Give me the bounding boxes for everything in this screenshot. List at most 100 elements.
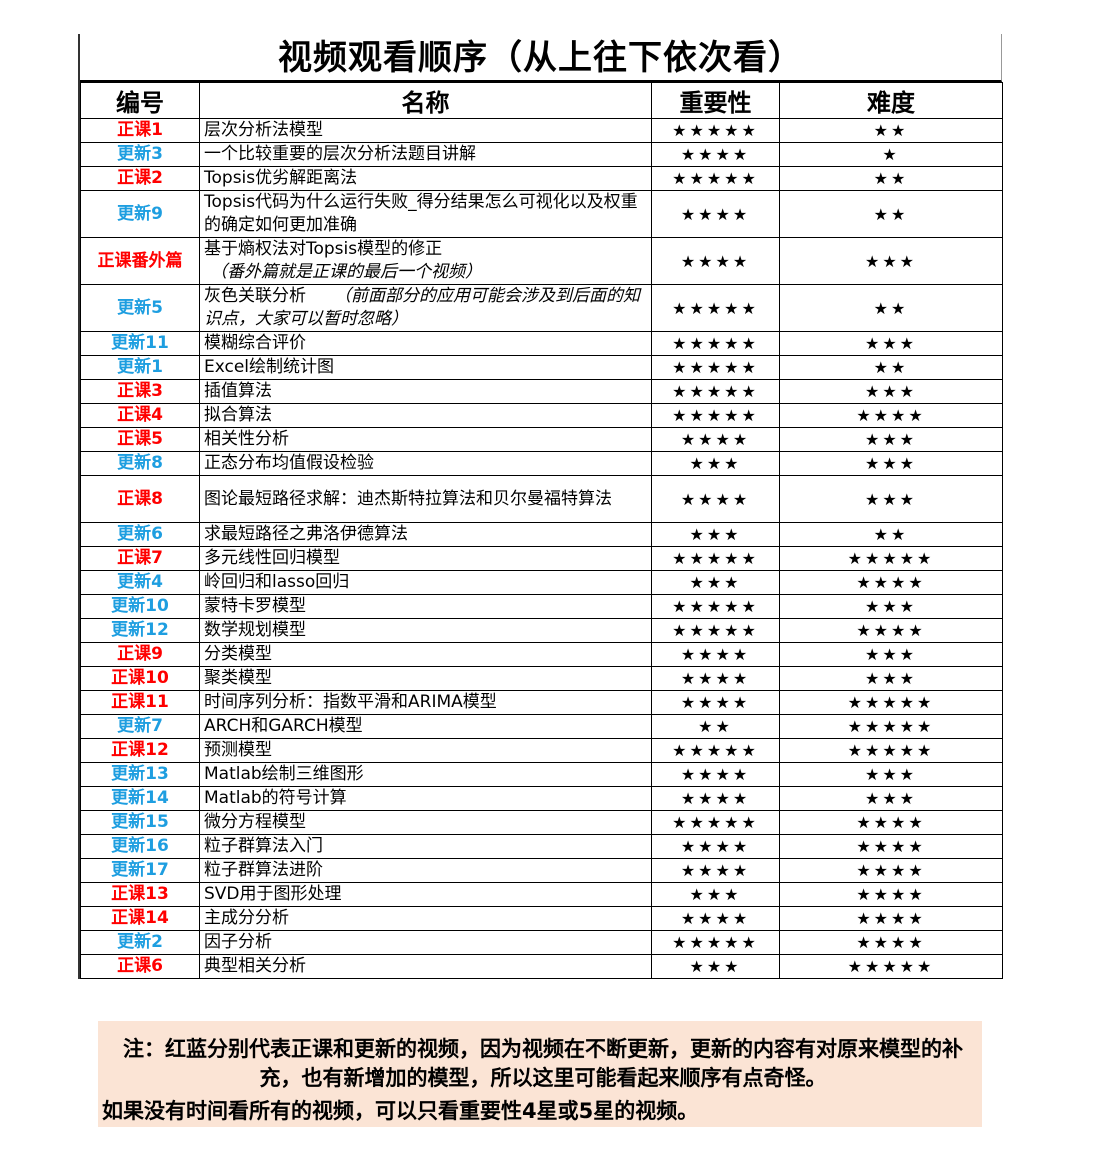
video-order-table: 编号 名称 重要性 难度 正课1 层次分析法模型 ★★★★★ ★★ 更新3 一个比较重要的…	[80, 82, 1003, 979]
table-row: 更新12 数学规划模型 ★★★★★ ★★★★	[80, 618, 1003, 643]
importance-stars: ★★★★	[651, 237, 780, 285]
importance-stars: ★★★★★	[651, 379, 780, 404]
video-name-cell: ARCH和GARCH模型	[199, 714, 652, 739]
note-box: 注：红蓝分别代表正课和更新的视频，因为视频在不断更新，更新的内容有对原来模型的补…	[98, 1021, 982, 1127]
importance-stars: ★★★★★	[651, 118, 780, 143]
video-name: 基于熵权法对Topsis模型的修正	[204, 239, 443, 259]
table-row: 正课番外篇 基于熵权法对Topsis模型的修正 （番外篇就是正课的最后一个视频） ★★…	[80, 237, 1003, 285]
table-row: 正课8 图论最短路径求解：迪杰斯特拉算法和贝尔曼福特算法 ★★★★ ★★★	[80, 475, 1003, 523]
table-row: 更新4 岭回归和lasso回归 ★★★ ★★★★	[80, 570, 1003, 595]
video-name-cell: 灰色关联分析 （前面部分的应用可能会涉及到后面的知识点，大家可以暂时忽略）	[199, 284, 652, 332]
note-line-2: 如果没有时间看所有的视频，可以只看重要性4星或5星的视频。	[102, 1099, 699, 1123]
importance-stars: ★★★	[651, 570, 780, 595]
video-name: Matlab的符号计算	[204, 788, 347, 808]
spreadsheet: 视频观看顺序（从上往下依次看） 编号 名称 重要性 难度 正课1 层次分析法模型 ★…	[78, 34, 1003, 979]
video-code: 更新5	[80, 284, 200, 332]
table-row: 正课5 相关性分析 ★★★★ ★★★	[80, 427, 1003, 452]
difficulty-stars: ★★★★	[779, 834, 1003, 859]
importance-stars: ★★★★★	[651, 166, 780, 191]
video-name-cell: 聚类模型	[199, 666, 652, 691]
difficulty-stars: ★★★★	[779, 906, 1003, 931]
difficulty-stars: ★★★	[779, 379, 1003, 404]
difficulty-stars: ★★★	[779, 594, 1003, 619]
importance-stars: ★★★★★	[651, 546, 780, 571]
table-row: 正课2 Topsis优劣解距离法 ★★★★★ ★★	[80, 166, 1003, 191]
video-code: 更新15	[80, 810, 200, 835]
difficulty-stars: ★★	[779, 355, 1003, 380]
importance-stars: ★★★★	[651, 142, 780, 167]
difficulty-stars: ★★★★	[779, 403, 1003, 428]
video-code: 正课番外篇	[80, 237, 200, 285]
video-code: 更新2	[80, 930, 200, 955]
video-name: 求最短路径之弗洛伊德算法	[204, 524, 408, 544]
video-code: 正课13	[80, 882, 200, 907]
video-name: Matlab绘制三维图形	[204, 764, 364, 784]
video-code: 更新8	[80, 451, 200, 476]
importance-stars: ★★★★	[651, 858, 780, 883]
difficulty-stars: ★★★★	[779, 882, 1003, 907]
video-name: 拟合算法	[204, 405, 272, 425]
table-row: 更新16 粒子群算法入门 ★★★★ ★★★★	[80, 834, 1003, 859]
video-name: ARCH和GARCH模型	[204, 716, 363, 736]
difficulty-stars: ★★★	[779, 451, 1003, 476]
table-row: 更新15 微分方程模型 ★★★★★ ★★★★	[80, 810, 1003, 835]
importance-stars: ★★★★	[651, 427, 780, 452]
video-code: 更新4	[80, 570, 200, 595]
video-name: 模糊综合评价	[204, 333, 306, 353]
difficulty-stars: ★★	[779, 190, 1003, 238]
video-name: 正态分布均值假设检验	[204, 453, 374, 473]
video-name-cell: 相关性分析	[199, 427, 652, 452]
table-row: 正课7 多元线性回归模型 ★★★★★ ★★★★★	[80, 546, 1003, 571]
video-name: Excel绘制统计图	[204, 357, 335, 377]
table-row: 更新9 Topsis代码为什么运行失败_得分结果怎么可视化以及权重的确定如何更加准…	[80, 190, 1003, 238]
table-row: 更新8 正态分布均值假设检验 ★★★ ★★★	[80, 451, 1003, 476]
header-difficulty: 难度	[779, 82, 1003, 119]
difficulty-stars: ★★★★★	[779, 954, 1003, 979]
video-name: 数学规划模型	[204, 620, 306, 640]
table-row: 更新3 一个比较重要的层次分析法题目讲解 ★★★★ ★	[80, 142, 1003, 167]
difficulty-stars: ★★★★★	[779, 714, 1003, 739]
video-name-cell: 插值算法	[199, 379, 652, 404]
video-name: SVD用于图形处理	[204, 884, 342, 904]
video-code: 正课7	[80, 546, 200, 571]
video-name-cell: 多元线性回归模型	[199, 546, 652, 571]
video-name: 典型相关分析	[204, 956, 306, 976]
table-row: 正课1 层次分析法模型 ★★★★★ ★★	[80, 118, 1003, 143]
video-name: 图论最短路径求解：迪杰斯特拉算法和贝尔曼福特算法	[204, 488, 612, 509]
video-name: 多元线性回归模型	[204, 548, 340, 568]
video-name: 主成分分析	[204, 908, 289, 928]
video-code: 更新11	[80, 331, 200, 356]
header-row: 编号 名称 重要性 难度	[80, 82, 1003, 119]
importance-stars: ★★★★	[651, 190, 780, 238]
difficulty-stars: ★★★★★	[779, 690, 1003, 715]
difficulty-stars: ★★★★	[779, 858, 1003, 883]
video-name-cell: 分类模型	[199, 642, 652, 667]
video-name-cell: 微分方程模型	[199, 810, 652, 835]
importance-stars: ★★★★	[651, 762, 780, 787]
difficulty-stars: ★★★	[779, 237, 1003, 285]
importance-stars: ★★★★★	[651, 331, 780, 356]
video-name: 聚类模型	[204, 668, 272, 688]
video-code: 正课12	[80, 738, 200, 763]
video-name-cell: SVD用于图形处理	[199, 882, 652, 907]
video-code: 更新6	[80, 522, 200, 547]
importance-stars: ★★★★	[651, 906, 780, 931]
video-name: Topsis优劣解距离法	[204, 168, 358, 188]
video-name: 岭回归和lasso回归	[204, 572, 350, 592]
table-row: 正课11 时间序列分析：指数平滑和ARIMA模型 ★★★★ ★★★★★	[80, 690, 1003, 715]
video-name-cell: 层次分析法模型	[199, 118, 652, 143]
video-name-cell: 模糊综合评价	[199, 331, 652, 356]
table-row: 更新13 Matlab绘制三维图形 ★★★★ ★★★	[80, 762, 1003, 787]
difficulty-stars: ★★★	[779, 475, 1003, 523]
importance-stars: ★★★	[651, 882, 780, 907]
importance-stars: ★★★★★	[651, 284, 780, 332]
difficulty-stars: ★★★	[779, 427, 1003, 452]
video-code: 更新1	[80, 355, 200, 380]
table-row: 更新14 Matlab的符号计算 ★★★★ ★★★	[80, 786, 1003, 811]
importance-stars: ★★★★	[651, 690, 780, 715]
video-name-cell: 求最短路径之弗洛伊德算法	[199, 522, 652, 547]
video-code: 正课8	[80, 475, 200, 523]
video-code: 更新12	[80, 618, 200, 643]
difficulty-stars: ★★★	[779, 666, 1003, 691]
difficulty-stars: ★★★★★	[779, 546, 1003, 571]
